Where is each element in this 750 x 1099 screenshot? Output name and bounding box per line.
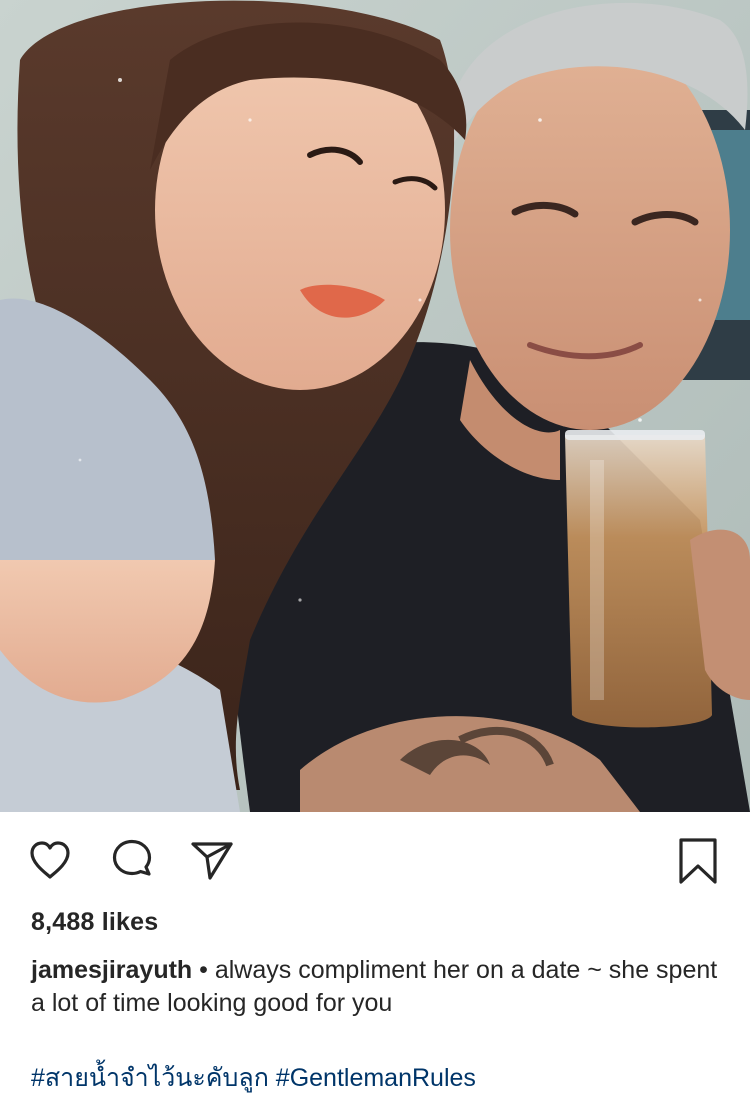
post-caption: jamesjirayuth • always compliment her on… <box>31 954 721 1020</box>
caption-username[interactable]: jamesjirayuth <box>31 956 192 984</box>
caption-separator: • <box>192 956 215 984</box>
comment-icon[interactable] <box>106 834 158 886</box>
post-photo[interactable] <box>0 0 750 812</box>
bookmark-icon[interactable] <box>672 834 724 886</box>
hashtag-thai[interactable]: #สายน้ำจำไว้นะคับลูก <box>31 1064 269 1092</box>
post-action-bar <box>0 834 750 890</box>
photo-illustration <box>0 0 750 812</box>
post-hashtags: #สายน้ำจำไว้นะคับลูก #GentlemanRules <box>31 1062 476 1095</box>
hashtag-gentlemanrules[interactable]: #GentlemanRules <box>276 1064 476 1092</box>
heart-icon[interactable] <box>24 834 76 886</box>
paper-plane-icon[interactable] <box>186 834 238 886</box>
likes-count[interactable]: 8,488 likes <box>31 908 158 937</box>
